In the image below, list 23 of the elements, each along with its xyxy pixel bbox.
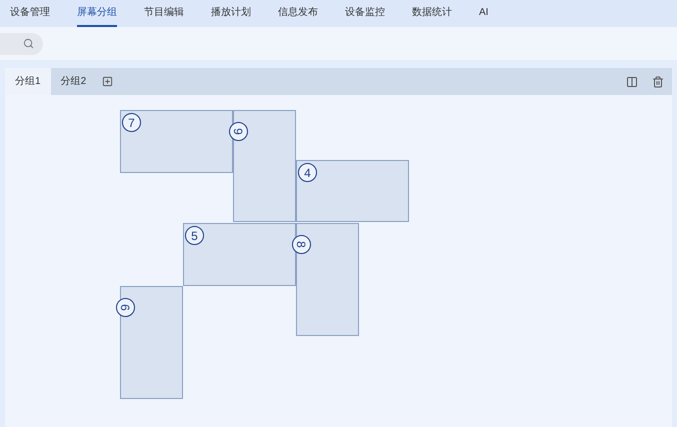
screen-number: 5 bbox=[185, 226, 204, 245]
group-tab[interactable]: 分组1 bbox=[5, 68, 51, 95]
search-icon bbox=[23, 38, 34, 49]
screen-number: 7 bbox=[122, 113, 141, 132]
screen-number: 6 bbox=[116, 298, 135, 317]
nav-tab[interactable]: 设备监控 bbox=[345, 0, 385, 27]
add-icon bbox=[102, 76, 114, 87]
screen-block[interactable]: 4 bbox=[296, 160, 409, 222]
search-field[interactable] bbox=[0, 32, 43, 54]
columns-icon bbox=[626, 76, 638, 88]
nav-tab[interactable]: 信息发布 bbox=[278, 0, 318, 27]
nav-tab[interactable]: AI bbox=[479, 0, 488, 27]
nav-tab[interactable]: 节目编辑 bbox=[144, 0, 184, 27]
screen-number: 8 bbox=[292, 235, 311, 254]
nav-tab[interactable]: 数据统计 bbox=[412, 0, 452, 27]
delete-icon bbox=[652, 76, 664, 88]
nav-tab[interactable]: 播放计划 bbox=[211, 0, 251, 27]
screen-number: 4 bbox=[298, 163, 317, 182]
group-tab[interactable]: 分组2 bbox=[50, 68, 96, 95]
screen-number: 9 bbox=[229, 122, 248, 141]
nav-tab[interactable]: 设备管理 bbox=[10, 0, 50, 27]
screen-block[interactable]: 7 bbox=[120, 110, 233, 173]
screen-block[interactable]: 5 bbox=[183, 223, 296, 286]
